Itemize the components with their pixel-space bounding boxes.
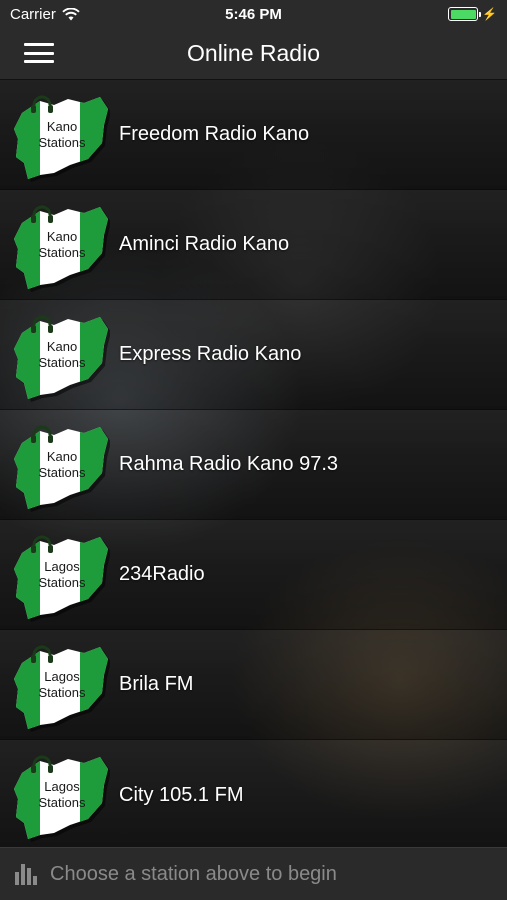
- nigeria-map-icon: Lagos Stations: [14, 755, 110, 842]
- nav-bar: Online Radio: [0, 28, 507, 80]
- station-thumbnail: Lagos Stations: [10, 527, 110, 623]
- station-row-2[interactable]: Kano Stations Express Radio Kano: [0, 300, 507, 410]
- carrier-label: Carrier: [10, 5, 56, 23]
- badge-stations-text: Stations: [39, 355, 86, 370]
- nigeria-map-icon: Kano Stations: [14, 315, 110, 402]
- menu-line: [24, 43, 54, 46]
- station-thumbnail: Lagos Stations: [10, 747, 110, 843]
- badge-stations-text: Stations: [39, 135, 86, 150]
- station-row-6[interactable]: Lagos Stations City 105.1 FM: [0, 740, 507, 850]
- menu-line: [24, 60, 54, 63]
- badge-city-text: Kano: [47, 339, 77, 354]
- badge-stations-text: Stations: [39, 795, 86, 810]
- charging-bolt-icon: ⚡: [482, 7, 497, 21]
- wifi-icon: [62, 7, 80, 20]
- badge-stations-text: Stations: [39, 245, 86, 260]
- status-bar: Carrier 5:46 PM ⚡: [0, 0, 507, 28]
- station-thumbnail: Kano Stations: [10, 307, 110, 403]
- battery-icon: [448, 7, 482, 21]
- station-list[interactable]: Kano Stations Freedom Radio Kano Kano St…: [0, 80, 507, 850]
- station-row-4[interactable]: Lagos Stations 234Radio: [0, 520, 507, 630]
- player-bar[interactable]: Choose a station above to begin: [0, 847, 507, 900]
- station-row-0[interactable]: Kano Stations Freedom Radio Kano: [0, 80, 507, 190]
- station-thumbnail: Kano Stations: [10, 417, 110, 513]
- station-name: City 105.1 FM: [119, 783, 244, 806]
- status-left: Carrier: [10, 6, 80, 23]
- station-row-1[interactable]: Kano Stations Aminci Radio Kano: [0, 190, 507, 300]
- nigeria-map-icon: Lagos Stations: [14, 535, 110, 622]
- station-thumbnail: Kano Stations: [10, 87, 110, 183]
- badge-stations-text: Stations: [39, 575, 86, 590]
- nigeria-map-icon: Kano Stations: [14, 425, 110, 512]
- player-status-text: Choose a station above to begin: [50, 862, 337, 885]
- station-name: Aminci Radio Kano: [119, 233, 290, 255]
- battery-level: [450, 9, 476, 19]
- station-name: Freedom Radio Kano: [119, 123, 310, 145]
- station-row-5[interactable]: Lagos Stations Brila FM: [0, 630, 507, 740]
- badge-city-text: Kano: [47, 119, 77, 134]
- page-title: Online Radio: [187, 40, 320, 66]
- badge-stations-text: Stations: [39, 685, 86, 700]
- badge-city-text: Kano: [47, 449, 77, 464]
- badge-city-text: Lagos: [44, 559, 80, 574]
- station-name: 234Radio: [119, 563, 205, 585]
- station-name: Express Radio Kano: [119, 343, 302, 365]
- station-name: Brila FM: [119, 673, 194, 695]
- station-thumbnail: Lagos Stations: [10, 637, 110, 733]
- menu-line: [24, 51, 54, 55]
- equalizer-icon: [15, 864, 37, 885]
- nigeria-map-icon: Lagos Stations: [14, 645, 110, 732]
- status-right: ⚡: [448, 7, 497, 21]
- station-name: Rahma Radio Kano 97.3: [119, 453, 339, 475]
- station-row-3[interactable]: Kano Stations Rahma Radio Kano 97.3: [0, 410, 507, 520]
- nigeria-map-icon: Kano Stations: [14, 95, 110, 182]
- nigeria-map-icon: Kano Stations: [14, 205, 110, 292]
- badge-city-text: Lagos: [44, 669, 80, 684]
- badge-city-text: Kano: [47, 229, 77, 244]
- badge-stations-text: Stations: [39, 465, 86, 480]
- station-thumbnail: Kano Stations: [10, 197, 110, 293]
- badge-city-text: Lagos: [44, 779, 80, 794]
- hamburger-menu-icon[interactable]: [24, 41, 54, 65]
